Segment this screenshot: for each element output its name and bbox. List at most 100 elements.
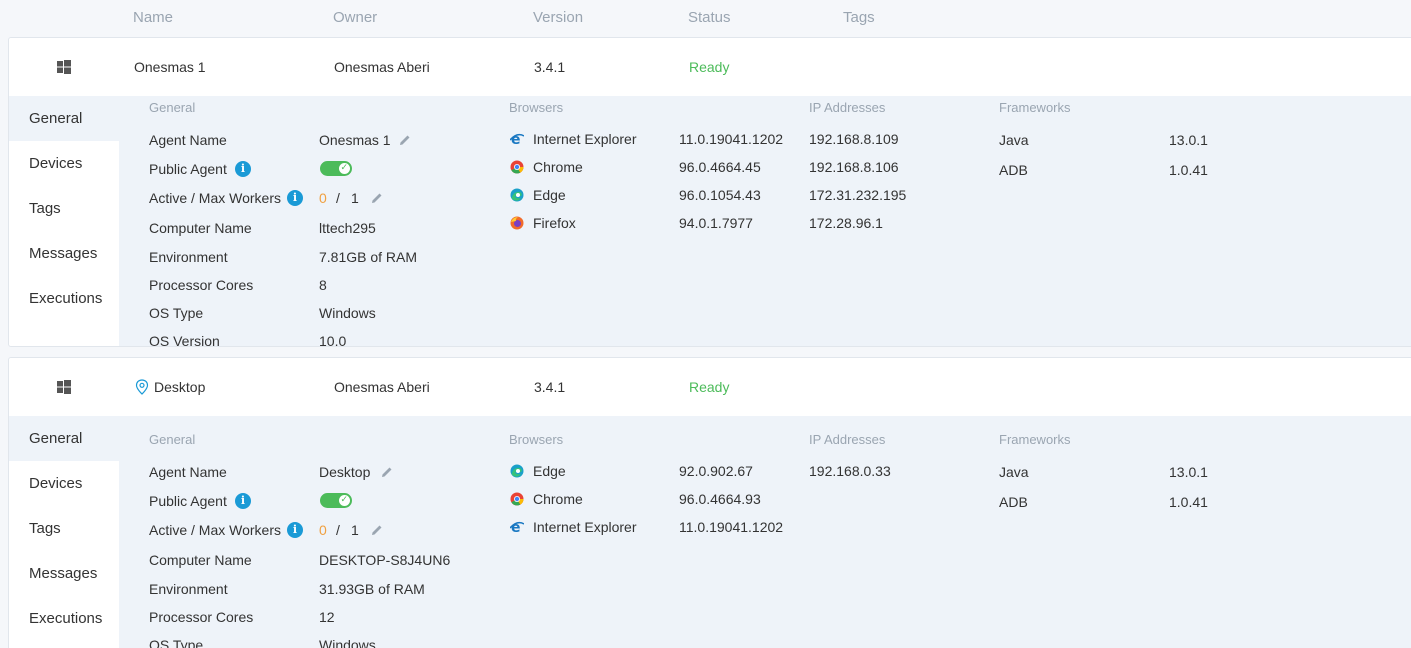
workers-info-icon[interactable]: i — [287, 190, 303, 206]
agent-owner: Onesmas Aberi — [334, 379, 430, 395]
column-tags[interactable]: Tags — [843, 9, 875, 26]
agent-name: Onesmas 1 — [134, 59, 206, 75]
agent-owner: Onesmas Aberi — [334, 59, 430, 75]
frameworks-section-title: Frameworks — [999, 100, 1071, 115]
nav-messages[interactable]: Messages — [9, 231, 119, 276]
nav-general[interactable]: General — [9, 96, 119, 141]
ip-address: 192.168.0.33 — [809, 463, 891, 479]
browsers-section-title: Browsers — [509, 100, 564, 115]
browser-name: Internet Explorer — [533, 519, 637, 535]
active-workers-value: 0 — [319, 190, 327, 206]
agent-name-label: Agent Name — [149, 132, 227, 148]
browser-name: Edge — [533, 187, 566, 203]
general-section-title: General — [149, 100, 196, 115]
agent-card: Desktop Onesmas Aberi 3.4.1 Ready Genera… — [8, 357, 1411, 648]
workers-label: Active / Max Workers — [149, 190, 281, 206]
browser-version: 11.0.19041.1202 — [679, 519, 784, 535]
browser-name: Chrome — [533, 159, 583, 175]
agent-name-value: Desktop — [319, 464, 371, 480]
agent-summary-row[interactable]: Onesmas 1 Onesmas Aberi 3.4.1 Ready — [9, 38, 1411, 96]
public-agent-label: Public Agent — [149, 493, 227, 509]
os-type-label: OS Type — [149, 305, 204, 321]
public-agent-label: Public Agent — [149, 161, 227, 177]
windows-icon — [57, 380, 71, 394]
framework-name: ADB — [999, 494, 1028, 510]
chrome-icon — [510, 492, 524, 506]
os-version-value: 10.0 — [319, 333, 347, 347]
nav-tags[interactable]: Tags — [9, 506, 119, 551]
nav-tags[interactable]: Tags — [9, 186, 119, 231]
public-agent-info-icon[interactable]: i — [235, 493, 251, 509]
framework-version: 13.0.1 — [1169, 132, 1208, 148]
ip-address: 192.168.8.106 — [809, 159, 899, 175]
column-name[interactable]: Name — [133, 9, 173, 26]
public-agent-toggle[interactable]: ✓ — [320, 161, 352, 176]
nav-messages[interactable]: Messages — [9, 551, 119, 596]
nav-devices[interactable]: Devices — [9, 461, 119, 506]
agent-detail-nav: General Devices Tags Messages Executions — [9, 416, 119, 648]
computer-name-label: Computer Name — [149, 552, 252, 568]
firefox-icon — [510, 216, 524, 230]
os-type-value: Windows — [319, 637, 376, 648]
workers-info-icon[interactable]: i — [287, 522, 303, 538]
table-header: Name Owner Version Status Tags — [0, 0, 1411, 36]
framework-version: 1.0.41 — [1169, 162, 1208, 178]
agent-status: Ready — [689, 59, 730, 75]
check-icon: ✓ — [340, 162, 348, 172]
cores-label: Processor Cores — [149, 609, 254, 625]
environment-value: 31.93GB of RAM — [319, 581, 425, 597]
browser-version: 11.0.19041.1202 — [679, 131, 784, 147]
general-section-title: General — [149, 432, 196, 447]
browser-version: 96.0.4664.45 — [679, 159, 761, 175]
browsers-section-title: Browsers — [509, 432, 564, 447]
agent-version: 3.4.1 — [534, 379, 566, 395]
browser-version: 94.0.1.7977 — [679, 215, 753, 231]
public-agent-toggle[interactable]: ✓ — [320, 493, 352, 508]
edge-icon — [510, 464, 524, 478]
public-agent-info-icon[interactable]: i — [235, 161, 251, 177]
column-version[interactable]: Version — [533, 9, 583, 26]
windows-icon — [57, 60, 71, 74]
computer-name-label: Computer Name — [149, 220, 252, 236]
agent-detail-nav: General Devices Tags Messages Executions — [9, 96, 119, 346]
browser-name: Chrome — [533, 491, 583, 507]
active-workers-value: 0 — [319, 522, 327, 538]
ip-address: 192.168.8.109 — [809, 131, 899, 147]
workers-slash: / — [336, 522, 340, 538]
environment-label: Environment — [149, 249, 228, 265]
frameworks-section-title: Frameworks — [999, 432, 1071, 447]
max-workers-value: 1 — [351, 190, 359, 206]
edit-workers-icon[interactable] — [371, 524, 383, 536]
agent-name: Desktop — [154, 379, 206, 395]
nav-executions[interactable]: Executions — [9, 276, 119, 321]
column-owner[interactable]: Owner — [333, 9, 377, 26]
column-status[interactable]: Status — [688, 9, 731, 26]
environment-label: Environment — [149, 581, 228, 597]
ip-address: 172.28.96.1 — [809, 215, 883, 231]
edit-name-icon[interactable] — [399, 134, 411, 146]
ip-section-title: IP Addresses — [809, 432, 886, 447]
edit-name-icon[interactable] — [381, 466, 393, 478]
framework-version: 1.0.41 — [1169, 494, 1208, 510]
nav-executions[interactable]: Executions — [9, 596, 119, 641]
computer-name-value: lttech295 — [319, 220, 376, 236]
max-workers-value: 1 — [351, 522, 359, 538]
browser-name: Internet Explorer — [533, 131, 637, 147]
nav-general[interactable]: General — [9, 416, 119, 461]
nav-devices[interactable]: Devices — [9, 141, 119, 186]
ie-icon: e — [510, 520, 524, 534]
cores-label: Processor Cores — [149, 277, 254, 293]
agent-card: Onesmas 1 Onesmas Aberi 3.4.1 Ready Gene… — [8, 37, 1411, 347]
cores-value: 12 — [319, 609, 335, 625]
edit-workers-icon[interactable] — [371, 192, 383, 204]
agent-status: Ready — [689, 379, 730, 395]
environment-value: 7.81GB of RAM — [319, 249, 418, 265]
workers-slash: / — [336, 190, 340, 206]
ip-address: 172.31.232.195 — [809, 187, 907, 203]
ie-icon: e — [510, 132, 524, 146]
browser-name: Firefox — [533, 215, 576, 231]
chrome-icon — [510, 160, 524, 174]
agent-summary-row[interactable]: Desktop Onesmas Aberi 3.4.1 Ready — [9, 358, 1411, 416]
check-icon: ✓ — [340, 494, 348, 504]
agent-version: 3.4.1 — [534, 59, 566, 75]
